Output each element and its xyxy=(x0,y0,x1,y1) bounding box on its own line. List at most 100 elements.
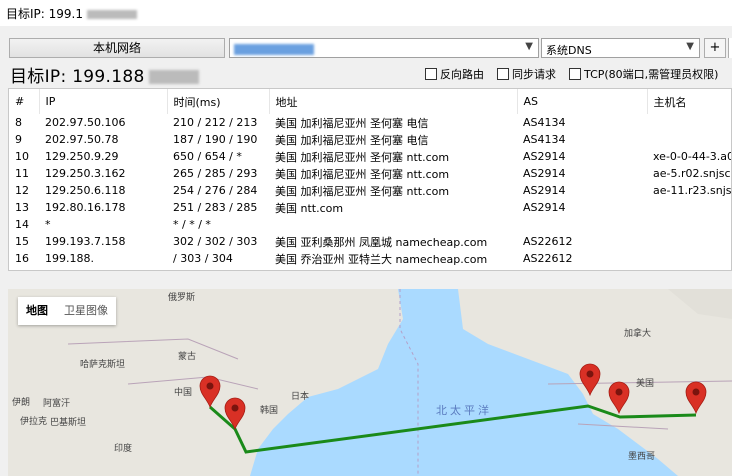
label-china: 中国 xyxy=(174,388,193,398)
cell-as: AS22612 xyxy=(523,235,573,248)
cell-time: 265 / 285 / 293 xyxy=(173,167,258,180)
target-host-combo[interactable]: ▼ xyxy=(229,38,539,58)
table-row[interactable]: 12 129.250.6.118 254 / 276 / 284 美国 加利福尼亚州 … xyxy=(9,182,732,199)
table-row[interactable]: 9 202.97.50.78 187 / 190 / 190 美国 加利福尼亚州 圣何… xyxy=(9,131,731,148)
cell-hostname xyxy=(647,233,731,250)
table-row[interactable]: 11 129.250.3.162 265 / 285 / 293 美国 加利福尼亚州 … xyxy=(9,165,732,182)
col-header-time[interactable]: 时间(ms) xyxy=(167,89,270,114)
cell-index: 11 xyxy=(15,167,29,180)
extra-button[interactable] xyxy=(728,38,732,58)
cell-as xyxy=(517,216,647,233)
sync-request-checkbox[interactable]: 同步请求 xyxy=(497,66,556,82)
cell-hostname xyxy=(647,131,731,148)
chevron-down-icon: ▼ xyxy=(686,41,694,52)
cell-index: 12 xyxy=(15,184,29,197)
cell-location: 美国 加利福尼亚州 圣何塞 电信 xyxy=(275,133,429,147)
map-type-tabs: 地图 卫星图像 xyxy=(18,297,116,325)
cell-location: 美国 加利福尼亚州 圣何塞 ntt.com xyxy=(275,184,450,198)
label-india: 印度 xyxy=(114,444,133,454)
cell-location xyxy=(269,216,517,233)
chevron-down-icon: ▼ xyxy=(525,41,533,52)
cell-as: AS4134 xyxy=(523,116,566,129)
cell-ip: 199.193.7.158 xyxy=(45,235,126,248)
tcp-mode-checkbox[interactable]: TCP(80端口,需管理员权限) xyxy=(569,66,718,82)
cell-hostname: xe-0-0-44-3.a01 xyxy=(653,150,731,163)
cell-time: / 303 / 304 xyxy=(173,252,233,265)
cell-ip: 202.97.50.106 xyxy=(45,116,126,129)
col-header-index[interactable]: # xyxy=(9,89,40,114)
cell-ip: * xyxy=(45,218,51,231)
cell-as: AS2914 xyxy=(523,184,566,197)
reverse-route-checkbox[interactable]: 反向路由 xyxy=(425,66,484,82)
cell-index: 10 xyxy=(15,150,29,163)
cell-time: * / * / * xyxy=(173,218,211,231)
table-row[interactable]: 15 199.193.7.158 302 / 302 / 303 美国 亚利桑那州 凤… xyxy=(9,233,731,250)
cell-index: 8 xyxy=(15,116,22,129)
table-row[interactable]: 14 * * / * / * xyxy=(9,216,731,233)
label-afghanistan: 阿富汗 xyxy=(43,399,71,409)
cell-ip: 202.97.50.78 xyxy=(45,133,119,146)
label-usa: 美国 xyxy=(636,379,655,389)
cell-location: 美国 亚利桑那州 凤凰城 namecheap.com xyxy=(275,235,488,249)
label-pakistan: 巴基斯坦 xyxy=(50,418,87,428)
label-canada: 加拿大 xyxy=(624,329,652,339)
date-line xyxy=(399,289,419,476)
cell-as: AS2914 xyxy=(523,201,566,214)
cell-time: 302 / 302 / 303 xyxy=(173,235,258,248)
target-ip-heading: 目标IP: 199.188 xyxy=(10,62,199,87)
cell-index: 13 xyxy=(15,201,29,214)
label-mexico: 墨西哥 xyxy=(628,452,656,462)
local-network-button[interactable]: 本机网络 xyxy=(9,38,225,58)
table-header-row: # IP 时间(ms) 地址 AS 主机名 xyxy=(9,89,731,114)
label-kazakhstan: 哈萨克斯坦 xyxy=(80,360,126,370)
table-row[interactable]: 16 199.188. / 303 / 304 美国 乔治亚州 亚特兰大 namech… xyxy=(9,250,731,267)
window-title: 目标IP: 199.1 xyxy=(6,5,137,22)
label-iraq: 伊拉克 xyxy=(20,417,48,427)
label-iran: 伊朗 xyxy=(12,398,31,408)
label-korea: 韩国 xyxy=(260,406,279,416)
cell-index: 9 xyxy=(15,133,22,146)
add-button[interactable]: + xyxy=(704,38,726,58)
dns-selector[interactable]: 系统DNS ▼ xyxy=(541,38,700,58)
cell-ip: 129.250.9.29 xyxy=(45,150,119,163)
col-header-hostname[interactable]: 主机名 xyxy=(647,89,731,114)
label-mongolia: 蒙古 xyxy=(178,352,197,362)
cell-as: AS22612 xyxy=(523,252,573,265)
cell-ip: 192.80.16.178 xyxy=(45,201,126,214)
table-row[interactable]: 8 202.97.50.106 210 / 212 / 213 美国 加利福尼亚州 圣… xyxy=(9,114,731,131)
cell-time: 187 / 190 / 190 xyxy=(173,133,258,146)
cell-index: 14 xyxy=(15,218,29,231)
cell-hostname xyxy=(647,250,731,267)
cell-as: AS2914 xyxy=(523,167,566,180)
cell-as: AS2914 xyxy=(523,150,566,163)
col-header-ip[interactable]: IP xyxy=(39,89,168,114)
label-japan: 日本 xyxy=(291,392,310,402)
cell-time: 254 / 276 / 284 xyxy=(173,184,258,197)
cell-hostname xyxy=(647,216,731,233)
table-row[interactable]: 10 129.250.9.29 650 / 654 / * 美国 加利福尼亚州 圣何塞… xyxy=(9,148,731,165)
cell-ip: 129.250.6.118 xyxy=(45,184,126,197)
cell-location: 美国 ntt.com xyxy=(275,201,344,215)
cell-hostname: ae-5.r02.snjsca xyxy=(653,167,732,180)
col-header-location[interactable]: 地址 xyxy=(269,89,518,114)
route-map[interactable]: 地图 卫星图像 俄罗斯 哈萨克斯坦 蒙古 中国 日本 韩国 阿富汗 巴基斯坦 伊… xyxy=(8,289,732,476)
table-row[interactable]: 13 192.80.16.178 251 / 283 / 285 美国 ntt.com… xyxy=(9,199,731,216)
cell-as: AS4134 xyxy=(523,133,566,146)
cell-location: 美国 加利福尼亚州 圣何塞 电信 xyxy=(275,116,429,130)
cell-ip: 199.188. xyxy=(45,252,94,265)
tab-map[interactable]: 地图 xyxy=(18,297,56,325)
col-header-as[interactable]: AS xyxy=(517,89,648,114)
cell-hostname: ae-11.r23.snjsc xyxy=(653,184,732,197)
label-russia: 俄罗斯 xyxy=(168,293,196,303)
cell-ip: 129.250.3.162 xyxy=(45,167,126,180)
hop-table[interactable]: # IP 时间(ms) 地址 AS 主机名 8 202.97.50.106 210 … xyxy=(8,88,732,271)
title-bar: 目标IP: 199.1 xyxy=(0,0,732,26)
cell-index: 15 xyxy=(15,235,29,248)
tab-satellite[interactable]: 卫星图像 xyxy=(56,297,116,325)
cell-index: 16 xyxy=(15,252,29,265)
cell-time: 251 / 283 / 285 xyxy=(173,201,258,214)
cell-location: 美国 加利福尼亚州 圣何塞 ntt.com xyxy=(275,167,450,181)
cell-hostname xyxy=(647,199,731,216)
cell-location: 美国 加利福尼亚州 圣何塞 ntt.com xyxy=(275,150,450,164)
cell-time: 210 / 212 / 213 xyxy=(173,116,258,129)
